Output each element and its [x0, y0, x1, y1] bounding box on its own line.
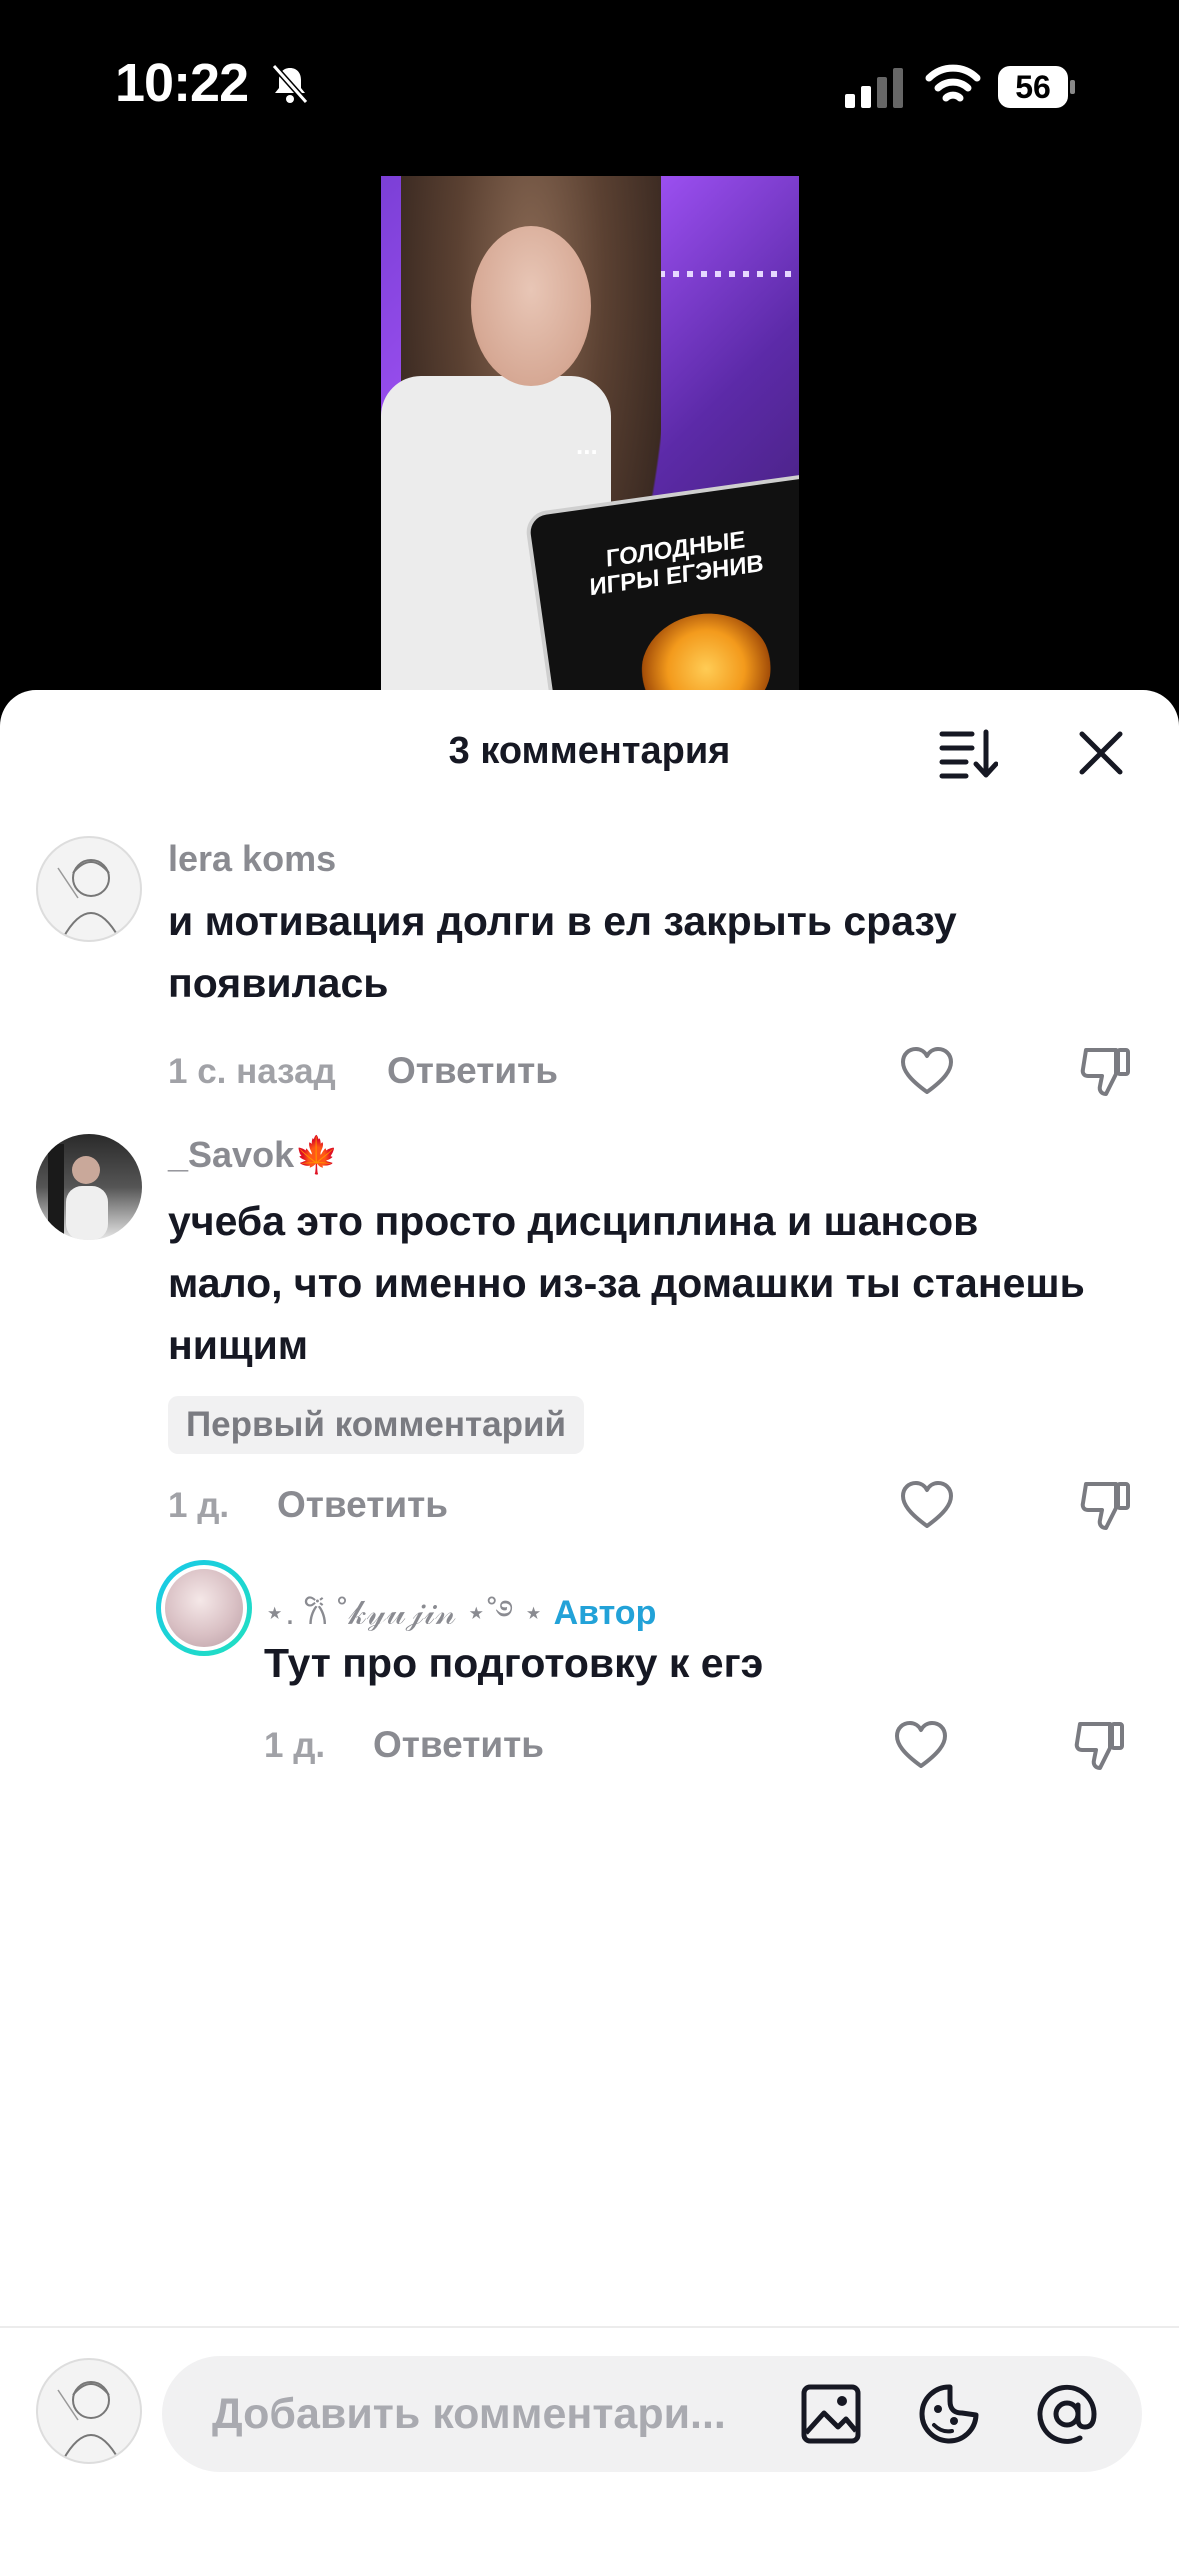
heart-icon[interactable] [899, 1044, 955, 1100]
more-dots-icon[interactable]: ... [576, 430, 598, 461]
comments-sheet: 3 комментария lera koms и мотивация долг… [0, 690, 1179, 2556]
reply-text: Тут про подготовку к егэ [264, 1640, 764, 1686]
cellular-signal-icon [845, 68, 903, 108]
avatar[interactable] [36, 1134, 142, 1240]
battery-indicator: 56 [998, 66, 1076, 108]
reply-button[interactable]: Ответить [387, 1050, 558, 1092]
sort-icon[interactable] [938, 726, 998, 780]
heart-icon[interactable] [899, 1478, 955, 1534]
comment-username[interactable]: lera koms [168, 838, 336, 880]
status-time: 10:22 [115, 53, 249, 113]
comment-text: учеба это просто дисциплина и шансов мал… [168, 1198, 1085, 1368]
reply-username-text: ⋆. 𐙚 ˚𝓀𝓎𝓊𝒿𝒾𝓃 ⋆˚࿔ ⋆ [264, 1594, 545, 1632]
video-preview[interactable]: ГОЛОДНЫЕ ИГРЫ ЕГЭНИВ ... [381, 176, 799, 696]
tablet-fire-image [634, 605, 779, 696]
my-avatar[interactable] [36, 2358, 142, 2464]
reply-time: 1 д. [264, 1726, 326, 1765]
bell-muted-icon [271, 64, 309, 104]
status-bar: 10:22 56 [0, 0, 1179, 170]
wifi-icon [925, 64, 981, 102]
author-avatar[interactable] [156, 1560, 252, 1656]
dislike-icon[interactable] [1078, 1478, 1134, 1534]
avatar[interactable] [36, 836, 142, 942]
image-icon[interactable] [798, 2381, 864, 2447]
comment-text: и мотивация долги в ел закрыть сразу поя… [168, 898, 957, 1006]
first-comment-badge: Первый комментарий [168, 1396, 585, 1454]
comment-input[interactable]: Добавить комментари... [162, 2356, 1142, 2472]
comment-time: 1 д. [168, 1486, 230, 1525]
dislike-icon[interactable] [1078, 1044, 1134, 1100]
comments-count-title: 3 комментария [448, 730, 731, 772]
dislike-icon[interactable] [1072, 1718, 1128, 1774]
comment-composer: Добавить комментари... [0, 2326, 1179, 2558]
reply-button[interactable]: Ответить [373, 1724, 544, 1766]
comment-input-placeholder: Добавить комментари... [212, 2390, 726, 2438]
author-tag: Автор [553, 1594, 657, 1632]
heart-icon[interactable] [893, 1718, 949, 1774]
comment-username[interactable]: _Savok🍁 [168, 1134, 339, 1176]
mention-icon[interactable] [1034, 2381, 1100, 2447]
sketch-avatar-icon [57, 859, 120, 939]
close-icon[interactable] [1074, 726, 1128, 780]
author-avatar-image [165, 1569, 243, 1647]
video-person-face [471, 226, 591, 386]
sketch-avatar-icon [57, 2381, 120, 2461]
tablet-title: ГОЛОДНЫЕ ИГРЫ ЕГЭНИВ [589, 526, 765, 602]
reply-button[interactable]: Ответить [277, 1484, 448, 1526]
photo-avatar-icon [48, 1144, 108, 1240]
battery-level: 56 [1015, 69, 1051, 105]
emoji-sticker-icon[interactable] [916, 2381, 982, 2447]
comment-time: 1 с. назад [168, 1052, 336, 1091]
